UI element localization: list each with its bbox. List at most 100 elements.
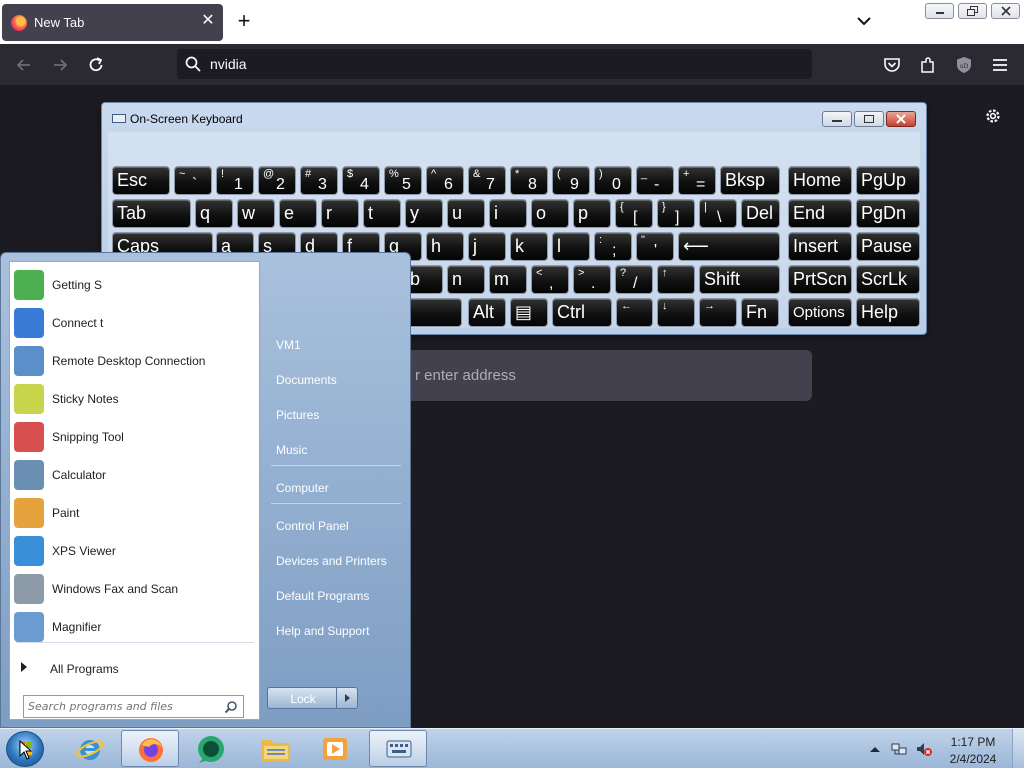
key-end[interactable]: End <box>788 199 852 228</box>
new-tab-button[interactable]: + <box>234 10 254 32</box>
key-n[interactable]: n <box>447 265 485 294</box>
key-][interactable]: }] <box>657 199 695 228</box>
reload-icon[interactable] <box>86 55 106 75</box>
search-input[interactable] <box>28 699 218 714</box>
key-l[interactable]: l <box>552 232 590 261</box>
key-6[interactable]: ^ 6 <box>426 166 464 195</box>
page-search-box[interactable]: r enter address <box>395 350 812 401</box>
key-scrlk[interactable]: ScrLk <box>856 265 920 294</box>
start-item-connect-projector[interactable]: Connect t <box>10 304 259 342</box>
start-item-calculator[interactable]: Calculator <box>10 456 259 494</box>
key-help[interactable]: Help <box>856 298 920 327</box>
key-2[interactable]: @2 <box>258 166 296 195</box>
key-↑[interactable]: ↑ <box>657 265 695 294</box>
key-i[interactable]: i <box>489 199 527 228</box>
key-⟵[interactable]: ⟵ <box>678 232 780 261</box>
key-\[interactable]: | \ <box>699 199 737 228</box>
start-search-box[interactable] <box>23 695 244 718</box>
start-right-item-computer[interactable]: Computer <box>276 481 329 495</box>
key-[[interactable]: {[ <box>615 199 653 228</box>
key-.[interactable]: >. <box>573 265 611 294</box>
all-programs-button[interactable]: All Programs <box>10 654 259 684</box>
network-icon[interactable] <box>891 741 907 757</box>
close-window-button[interactable] <box>991 3 1020 19</box>
start-right-item-control-panel[interactable]: Control Panel <box>276 519 349 533</box>
gear-icon[interactable] <box>984 107 1002 125</box>
shutdown-options-button[interactable] <box>336 687 358 709</box>
start-right-item-devices-and-printers[interactable]: Devices and Printers <box>276 554 387 568</box>
start-right-item-vm1[interactable]: VM1 <box>276 338 301 352</box>
key-home[interactable]: Home <box>788 166 852 195</box>
hamburger-menu-icon[interactable] <box>990 55 1010 75</box>
show-desktop-button[interactable] <box>1012 729 1024 768</box>
taskbar-firefox[interactable] <box>121 730 179 767</box>
key-insert[interactable]: Insert <box>788 232 852 261</box>
minimize-button[interactable] <box>925 3 954 19</box>
start-item-paint[interactable]: Paint <box>10 494 259 532</box>
start-item-sticky-notes[interactable]: Sticky Notes <box>10 380 259 418</box>
key-9[interactable]: (9 <box>552 166 590 195</box>
start-item-fax-scan[interactable]: Windows Fax and Scan <box>10 570 259 608</box>
key-q[interactable]: q <box>195 199 233 228</box>
speaker-muted-icon[interactable] <box>916 741 932 757</box>
key-`[interactable]: ~ ` <box>174 166 212 195</box>
restore-button[interactable] <box>958 3 987 19</box>
key-1[interactable]: ! 1 <box>216 166 254 195</box>
key-/[interactable]: ? / <box>615 265 653 294</box>
pocket-icon[interactable] <box>882 55 902 75</box>
key-pgup[interactable]: PgUp <box>856 166 920 195</box>
start-item-xps-viewer[interactable]: XPS Viewer <box>10 532 259 570</box>
key-→[interactable]: → <box>699 298 737 327</box>
key-0[interactable]: ) 0 <box>594 166 632 195</box>
start-item-getting-started[interactable]: Getting S <box>10 266 259 304</box>
key-=[interactable]: + = <box>678 166 716 195</box>
key-prtscn[interactable]: PrtScn <box>788 265 852 294</box>
key-h[interactable]: h <box>426 232 464 261</box>
key-pause[interactable]: Pause <box>856 232 920 261</box>
key-u[interactable]: u <box>447 199 485 228</box>
key-o[interactable]: o <box>531 199 569 228</box>
key-7[interactable]: & 7 <box>468 166 506 195</box>
start-item-remote-desktop[interactable]: Remote Desktop Connection <box>10 342 259 380</box>
key-tab[interactable]: Tab <box>112 199 191 228</box>
taskbar-on-screen-keyboard[interactable] <box>369 730 427 767</box>
key-▤[interactable]: ▤ <box>510 298 548 327</box>
start-right-item-documents[interactable]: Documents <box>276 373 337 387</box>
osk-close-button[interactable] <box>886 111 916 127</box>
taskbar-media-player[interactable] <box>306 730 364 767</box>
taskbar-internet-explorer[interactable] <box>61 730 119 767</box>
key-esc[interactable]: Esc <box>112 166 170 195</box>
key-options[interactable]: Options <box>788 298 852 327</box>
key-e[interactable]: e <box>279 199 317 228</box>
start-item-magnifier[interactable]: Magnifier <box>10 608 259 646</box>
show-hidden-icons-button[interactable] <box>870 747 880 752</box>
key-↓[interactable]: ↓ <box>657 298 695 327</box>
key-ctrl[interactable]: Ctrl <box>552 298 612 327</box>
key-pgdn[interactable]: PgDn <box>856 199 920 228</box>
clock-date[interactable]: 2/4/2024 <box>945 752 1001 766</box>
key-r[interactable]: r <box>321 199 359 228</box>
forward-arrow-icon[interactable] <box>50 55 70 75</box>
taskbar-chat-app[interactable] <box>181 730 239 767</box>
key-'[interactable]: " ' <box>636 232 674 261</box>
extensions-puzzle-icon[interactable] <box>918 55 938 75</box>
start-right-item-help-and-support[interactable]: Help and Support <box>276 624 369 638</box>
key-w[interactable]: w <box>237 199 275 228</box>
start-right-item-default-programs[interactable]: Default Programs <box>276 589 369 603</box>
osk-fade-button[interactable] <box>854 111 884 127</box>
key-5[interactable]: % 5 <box>384 166 422 195</box>
key-t[interactable]: t <box>363 199 401 228</box>
key-←[interactable]: ← <box>616 298 653 327</box>
start-right-item-pictures[interactable]: Pictures <box>276 408 319 422</box>
start-item-snipping-tool[interactable]: Snipping Tool <box>10 418 259 456</box>
osk-minimize-button[interactable] <box>822 111 852 127</box>
close-tab-icon[interactable]: ✕ <box>200 13 216 29</box>
key--[interactable]: _ - <box>636 166 674 195</box>
key-alt[interactable]: Alt <box>468 298 506 327</box>
taskbar-file-explorer[interactable] <box>245 730 303 767</box>
key-y[interactable]: y <box>405 199 443 228</box>
back-arrow-icon[interactable] <box>14 55 34 75</box>
key-,[interactable]: <, <box>531 265 569 294</box>
key-8[interactable]: * 8 <box>510 166 548 195</box>
ublock-shield-icon[interactable]: uD <box>954 55 974 75</box>
